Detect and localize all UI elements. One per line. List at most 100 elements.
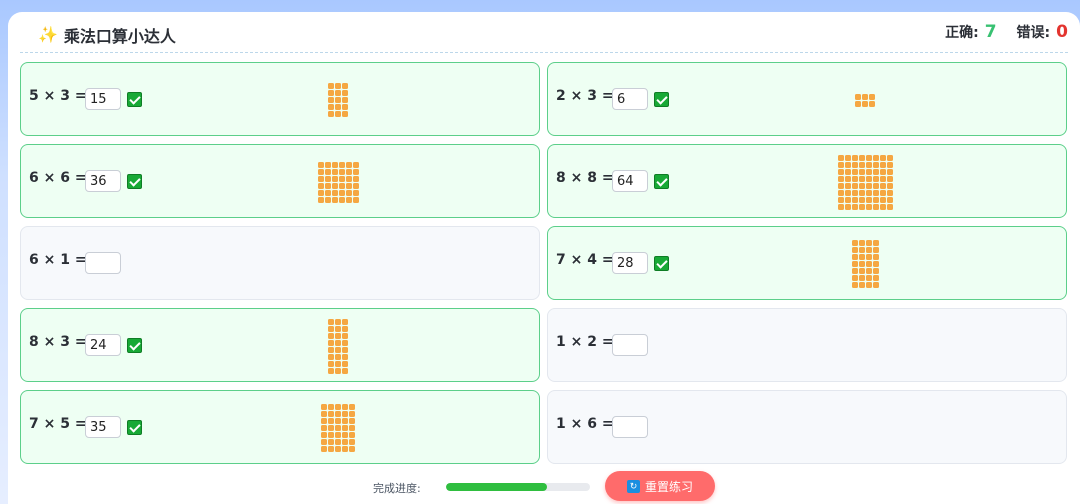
dot xyxy=(328,325,334,332)
dot xyxy=(335,360,341,367)
dot xyxy=(844,196,851,203)
dot xyxy=(328,346,334,353)
dot xyxy=(342,332,348,339)
correct-count: 7 xyxy=(984,22,997,42)
dot xyxy=(317,189,324,196)
check-icon xyxy=(654,92,669,107)
question-expression: 8 × 3 = xyxy=(29,334,87,350)
dot xyxy=(328,418,334,424)
dot xyxy=(886,182,893,189)
dot xyxy=(851,154,858,161)
dot xyxy=(352,189,359,196)
answer-input[interactable] xyxy=(612,416,648,438)
dot xyxy=(851,161,858,168)
dot xyxy=(342,425,348,431)
dot xyxy=(879,168,886,175)
dot xyxy=(837,196,844,203)
dot xyxy=(858,275,865,281)
dot xyxy=(331,189,338,196)
dot xyxy=(844,189,851,196)
dot xyxy=(328,318,334,325)
dot xyxy=(338,161,345,168)
answer-input[interactable] xyxy=(85,252,121,274)
dot xyxy=(338,168,345,175)
dot xyxy=(837,161,844,168)
dot xyxy=(837,203,844,210)
dot xyxy=(345,182,352,189)
dot xyxy=(844,161,851,168)
refresh-icon: ↻ xyxy=(626,479,640,493)
dot xyxy=(338,189,345,196)
dot xyxy=(352,161,359,168)
sparkle-icon: ✨ xyxy=(38,25,58,44)
question-card: 5 × 3 = xyxy=(20,62,540,136)
dot xyxy=(331,182,338,189)
dot xyxy=(858,247,865,253)
dot xyxy=(317,182,324,189)
dot xyxy=(872,275,879,281)
dot xyxy=(328,104,334,110)
dot xyxy=(879,161,886,168)
question-expression: 7 × 5 = xyxy=(29,416,87,432)
dot xyxy=(321,439,327,445)
dot xyxy=(342,325,348,332)
dot xyxy=(837,189,844,196)
dot xyxy=(324,182,331,189)
dot xyxy=(342,367,348,374)
dot xyxy=(328,425,334,431)
dot xyxy=(338,196,345,203)
dot xyxy=(328,97,334,103)
question-card: 6 × 1 = xyxy=(20,226,540,300)
dot xyxy=(837,154,844,161)
answer-input[interactable] xyxy=(85,170,121,192)
answer-input[interactable] xyxy=(612,170,648,192)
footer: 完成进度: ↻ 重置练习 xyxy=(8,471,1080,504)
dot xyxy=(342,353,348,360)
progress-fill xyxy=(446,483,547,491)
dot xyxy=(349,411,355,417)
dot xyxy=(335,404,341,410)
dot xyxy=(317,168,324,175)
dot xyxy=(851,240,858,246)
dot xyxy=(865,282,872,288)
dot xyxy=(345,196,352,203)
dot xyxy=(872,196,879,203)
answer-input[interactable] xyxy=(85,334,121,356)
answer-input[interactable] xyxy=(85,416,121,438)
answer-input[interactable] xyxy=(612,334,648,356)
dot xyxy=(865,268,872,274)
dot xyxy=(352,182,359,189)
dot xyxy=(851,268,858,274)
dot-array xyxy=(328,83,348,117)
dot xyxy=(335,425,341,431)
dot xyxy=(837,182,844,189)
dot xyxy=(345,161,352,168)
check-icon xyxy=(654,256,669,271)
dot xyxy=(869,93,875,100)
answer-input[interactable] xyxy=(612,252,648,274)
dot xyxy=(879,154,886,161)
dot-array xyxy=(321,404,355,452)
dot xyxy=(335,104,341,110)
dot xyxy=(872,175,879,182)
question-card: 7 × 5 = xyxy=(20,390,540,464)
dot xyxy=(328,83,334,89)
dot xyxy=(872,282,879,288)
dot xyxy=(865,182,872,189)
dot xyxy=(858,268,865,274)
reset-button[interactable]: ↻ 重置练习 xyxy=(605,471,715,501)
dot xyxy=(335,367,341,374)
dot xyxy=(886,154,893,161)
dot xyxy=(335,111,341,117)
progress-label: 完成进度: xyxy=(373,482,421,495)
dot xyxy=(872,240,879,246)
dot-array xyxy=(837,154,893,210)
check-icon xyxy=(127,174,142,189)
dot xyxy=(335,411,341,417)
dot xyxy=(338,182,345,189)
dot xyxy=(345,175,352,182)
answer-input[interactable] xyxy=(85,88,121,110)
answer-input[interactable] xyxy=(612,88,648,110)
dot xyxy=(335,432,341,438)
dot xyxy=(352,175,359,182)
